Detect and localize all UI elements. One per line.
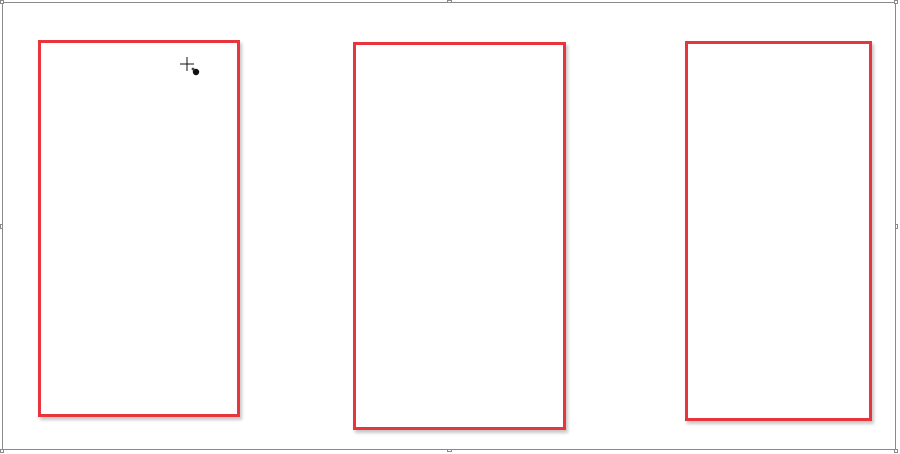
- resize-handle-bottom[interactable]: [447, 449, 452, 452]
- rectangle-shape-2[interactable]: [353, 42, 566, 430]
- resize-handle-top-right[interactable]: [894, 0, 898, 4]
- resize-handle-top[interactable]: [447, 0, 452, 3]
- crosshair-move-cursor-icon: [178, 57, 204, 79]
- resize-handle-left[interactable]: [0, 224, 3, 229]
- resize-handle-right[interactable]: [895, 224, 898, 229]
- drawing-canvas[interactable]: [0, 0, 900, 454]
- rectangle-shape-1[interactable]: [38, 40, 240, 417]
- resize-handle-top-left[interactable]: [0, 0, 4, 4]
- resize-handle-bottom-right[interactable]: [894, 449, 898, 453]
- rectangle-shape-3[interactable]: [685, 41, 872, 421]
- resize-handle-bottom-left[interactable]: [0, 449, 4, 453]
